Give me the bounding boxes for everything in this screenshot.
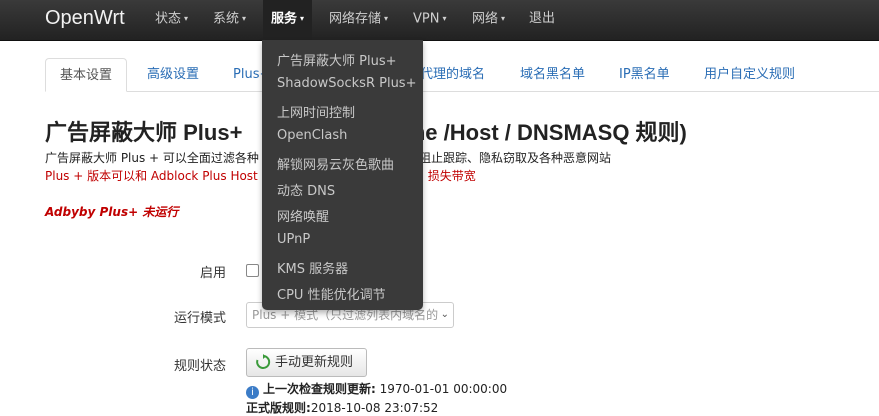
menu-item-kms[interactable]: KMS 服务器 (277, 258, 348, 277)
caret-down-icon: ▾ (242, 14, 247, 23)
description-text-a: 广告屏蔽大师 Plus + 可以全面过滤各种 (45, 151, 259, 165)
menu-item-upnp[interactable]: UPnP (277, 232, 310, 247)
enable-checkbox[interactable] (246, 264, 259, 277)
page-title-main: 广告屏蔽大师 Plus+ (45, 120, 243, 145)
warning-text-a: Plus + 版本可以和 Adblock Plus Host (45, 169, 258, 183)
menu-item-ddns[interactable]: 动态 DNS (277, 180, 335, 199)
tab-advanced-settings[interactable]: 高级设置 (147, 58, 199, 91)
menu-item-wol[interactable]: 网络唤醒 (277, 206, 329, 225)
official-rules-info: 正式版规则:2018-10-08 23:07:52 (246, 399, 438, 416)
tab-custom-rules[interactable]: 用户自定义规则 (704, 58, 795, 91)
tab-basic-settings[interactable]: 基本设置 (45, 58, 128, 92)
enable-label: 启用 (199, 266, 226, 281)
rules-status-label: 规则状态 (173, 359, 226, 374)
last-check-info: i 上一次检查规则更新: 1970-01-01 00:00:00 (246, 380, 507, 399)
caret-down-icon: ▾ (384, 14, 389, 23)
warning-text-b: 损失带宽 (427, 169, 476, 183)
nav-logout-label: 退出 (529, 11, 556, 26)
official-rules-label: 正式版规则: (246, 401, 311, 415)
menu-item-time-control[interactable]: 上网时间控制 (277, 102, 355, 121)
caret-down-icon: ▾ (501, 14, 506, 23)
nav-vpn[interactable]: VPN ▾ (413, 0, 446, 40)
mode-select-value: Plus + 模式（只过滤列表内域名的 (252, 308, 439, 322)
last-check-label: 上一次检查规则更新: (263, 382, 376, 396)
nav-services[interactable]: 服务 ▾ (263, 0, 313, 40)
official-rules-value: 2018-10-08 23:07:52 (310, 401, 439, 415)
menu-item-openclash[interactable]: OpenClash (277, 128, 347, 143)
tab-bar: 基本设置 高级设置 Plus+ 代理的域名 域名黑名单 IP黑名单 用户自定义规… (45, 58, 879, 92)
menu-item-ssr-plus[interactable]: ShadowSocksR Plus+ (277, 76, 416, 91)
caret-down-icon: ▾ (300, 14, 305, 23)
nav-status[interactable]: 状态 ▾ (155, 0, 188, 40)
info-icon: i (246, 386, 259, 399)
caret-down-icon: ▾ (184, 14, 189, 23)
services-dropdown-menu: 广告屏蔽大师 Plus+ ShadowSocksR Plus+ 上网时间控制 O… (262, 40, 423, 310)
nav-storage[interactable]: 网络存储 ▾ (329, 0, 388, 40)
top-navbar: OpenWrt 状态 ▾ 系统 ▾ 服务 ▾ 网络存储 ▾ VPN ▾ 网络 ▾ 退出 (0, 0, 879, 41)
nav-network[interactable]: 网络 ▾ (472, 0, 505, 40)
running-status: Adbyby Plus+ 未运行 (45, 205, 179, 219)
update-rules-button[interactable]: 手动更新规则 (246, 348, 367, 377)
tab-proxy-domains[interactable]: 代理的域名 (420, 58, 485, 91)
nav-services-label: 服务 (271, 11, 298, 27)
menu-item-cpu-freq[interactable]: CPU 性能优化调节 (277, 284, 386, 303)
tab-ip-blacklist[interactable]: IP黑名单 (619, 58, 670, 91)
mode-label: 运行模式 (173, 311, 226, 326)
menu-item-adbyby[interactable]: 广告屏蔽大师 Plus+ (277, 50, 397, 69)
nav-system-label: 系统 (213, 11, 240, 27)
nav-network-label: 网络 (472, 11, 499, 27)
nav-status-label: 状态 (155, 11, 182, 27)
update-rules-label: 手动更新规则 (275, 355, 354, 370)
description-text-b: 同时阻止跟踪、隐私窃取及各种恶意网站 (394, 151, 611, 165)
nav-system[interactable]: 系统 ▾ (213, 0, 246, 40)
nav-storage-label: 网络存储 (329, 11, 382, 27)
chevron-down-icon: ⌄ (440, 309, 449, 320)
caret-down-icon: ▾ (442, 14, 447, 23)
last-check-value: 1970-01-01 00:00:00 (379, 382, 508, 396)
brand-logo[interactable]: OpenWrt (45, 7, 125, 30)
nav-vpn-label: VPN (413, 11, 440, 27)
menu-item-unblock-netease[interactable]: 解锁网易云灰色歌曲 (277, 154, 394, 173)
tab-domain-blacklist[interactable]: 域名黑名单 (520, 58, 585, 91)
refresh-icon (256, 354, 271, 369)
nav-logout[interactable]: 退出 (529, 0, 555, 40)
